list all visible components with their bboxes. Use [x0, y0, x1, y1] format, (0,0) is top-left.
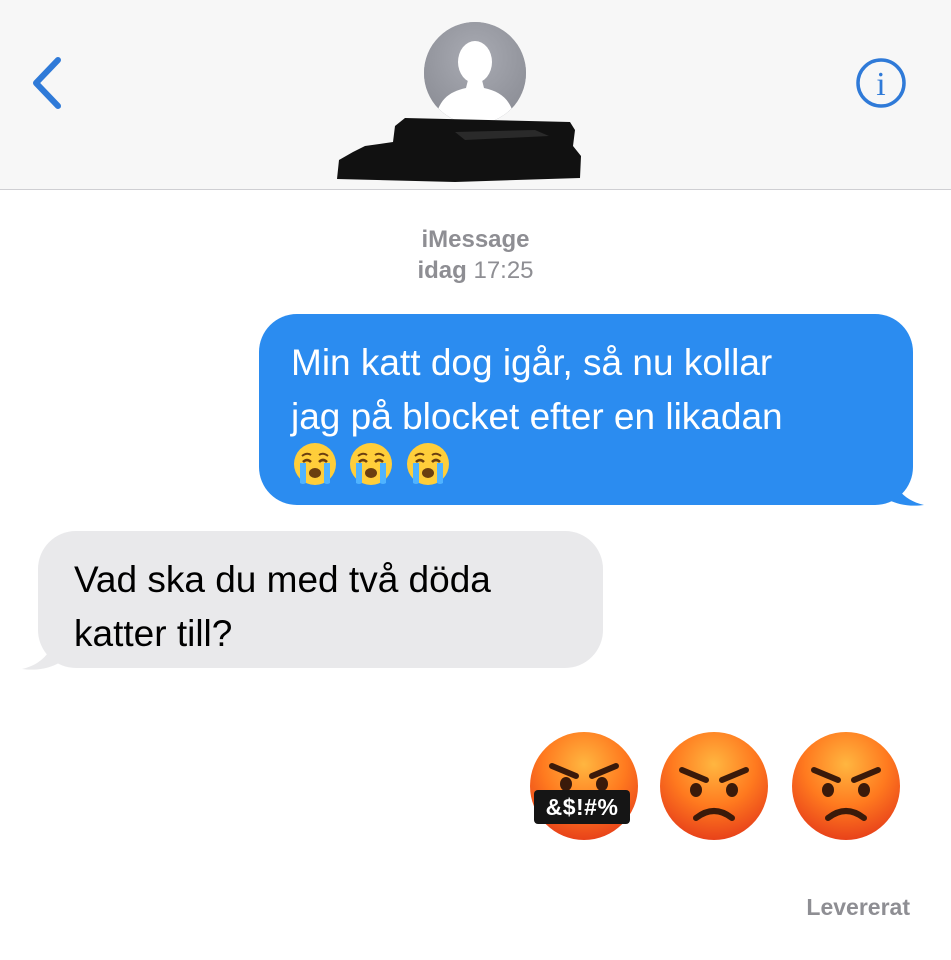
- svg-text:i: i: [876, 66, 885, 103]
- message-text-line: jag på blocket efter en likadan: [291, 396, 783, 437]
- contact-name-redaction: [335, 116, 585, 186]
- angry-face-icon: [792, 732, 900, 840]
- contact-avatar[interactable]: [424, 22, 526, 124]
- crying-emoji-row: [292, 441, 457, 491]
- crying-face-icon: [350, 443, 393, 485]
- person-silhouette-icon: [424, 22, 526, 124]
- message-timestamp: idag 17:25: [0, 257, 951, 285]
- crying-face-icon: [294, 443, 336, 485]
- face-with-symbols-on-mouth-icon: [530, 732, 638, 840]
- incoming-message-bubble[interactable]: Vad ska du med två döda katter till?: [38, 531, 603, 668]
- message-text-line: katter till?: [74, 613, 233, 654]
- conversation-header: i: [0, 0, 951, 190]
- timestamp-time: 17:25: [473, 257, 534, 284]
- info-icon: i: [856, 58, 906, 108]
- info-button[interactable]: i: [855, 57, 907, 109]
- symbols-on-mouth-text: &$!#%: [534, 790, 630, 824]
- outgoing-emoji-message[interactable]: [528, 730, 908, 845]
- angry-face-icon: [660, 732, 768, 840]
- service-label: iMessage: [421, 226, 530, 253]
- crying-face-icon: [406, 443, 449, 485]
- back-button[interactable]: [22, 52, 72, 112]
- message-text-line: Min katt dog igår, så nu kollar: [291, 342, 773, 383]
- delivery-status: Levererat: [806, 894, 910, 920]
- message-text-line: Vad ska du med två döda: [74, 559, 491, 600]
- timestamp-day: idag: [417, 257, 467, 284]
- chevron-left-icon: [33, 57, 61, 109]
